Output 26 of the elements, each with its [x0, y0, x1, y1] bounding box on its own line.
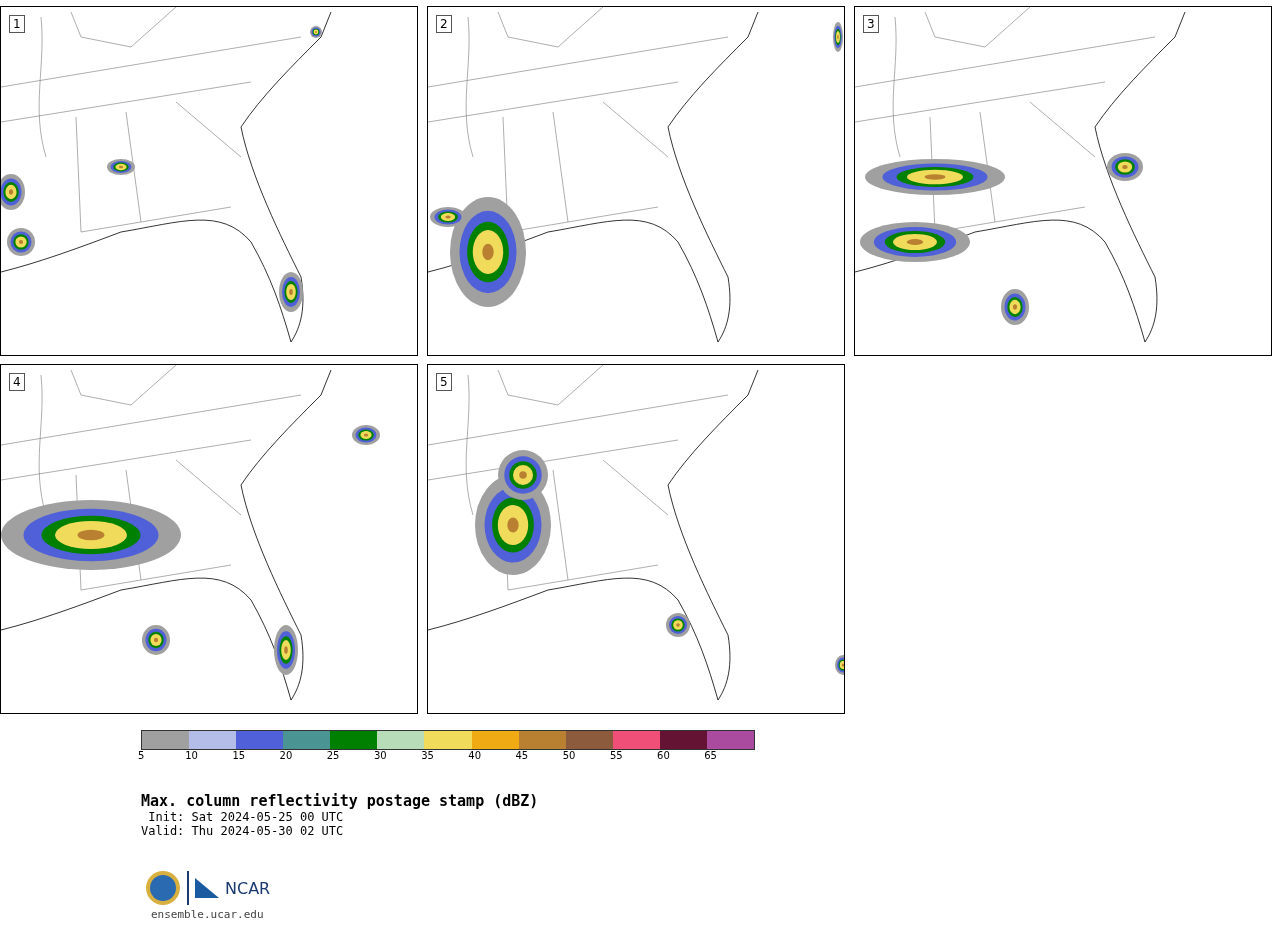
- tick-label: 30: [373, 750, 388, 763]
- panel-number: 3: [863, 15, 879, 33]
- panel-number: 5: [436, 373, 452, 391]
- chart-title: Max. column reflectivity postage stamp (dBZ): [141, 792, 540, 810]
- tick-label: 60: [657, 750, 671, 763]
- panel-number: 4: [9, 373, 25, 391]
- tick-label: 40: [468, 750, 483, 763]
- tick-label: 20: [279, 750, 294, 763]
- init-time: Init: Sat 2024-05-25 00 UTC: [147, 810, 345, 824]
- divider-line: [187, 871, 189, 905]
- tick-label: 5: [138, 750, 146, 763]
- panel-number: 2: [436, 15, 452, 33]
- tick-label: 45: [515, 750, 530, 763]
- tick-label: 55: [609, 750, 624, 763]
- panel-number: 1: [9, 15, 25, 33]
- tick-label: 15: [232, 750, 247, 763]
- tick-label: 35: [421, 750, 435, 763]
- tick-label: 10: [185, 750, 199, 763]
- tick-label: 50: [562, 750, 577, 763]
- logo-text: NCAR: [225, 878, 271, 898]
- site-url: ensemble.ucar.edu: [151, 908, 265, 921]
- tick-label: 65: [704, 750, 718, 763]
- tick-label: 25: [326, 750, 341, 763]
- valid-time: Valid: Thu 2024-05-30 02 UTC: [141, 824, 345, 838]
- seal-icon: [145, 870, 181, 906]
- triangle-icon: [195, 878, 219, 898]
